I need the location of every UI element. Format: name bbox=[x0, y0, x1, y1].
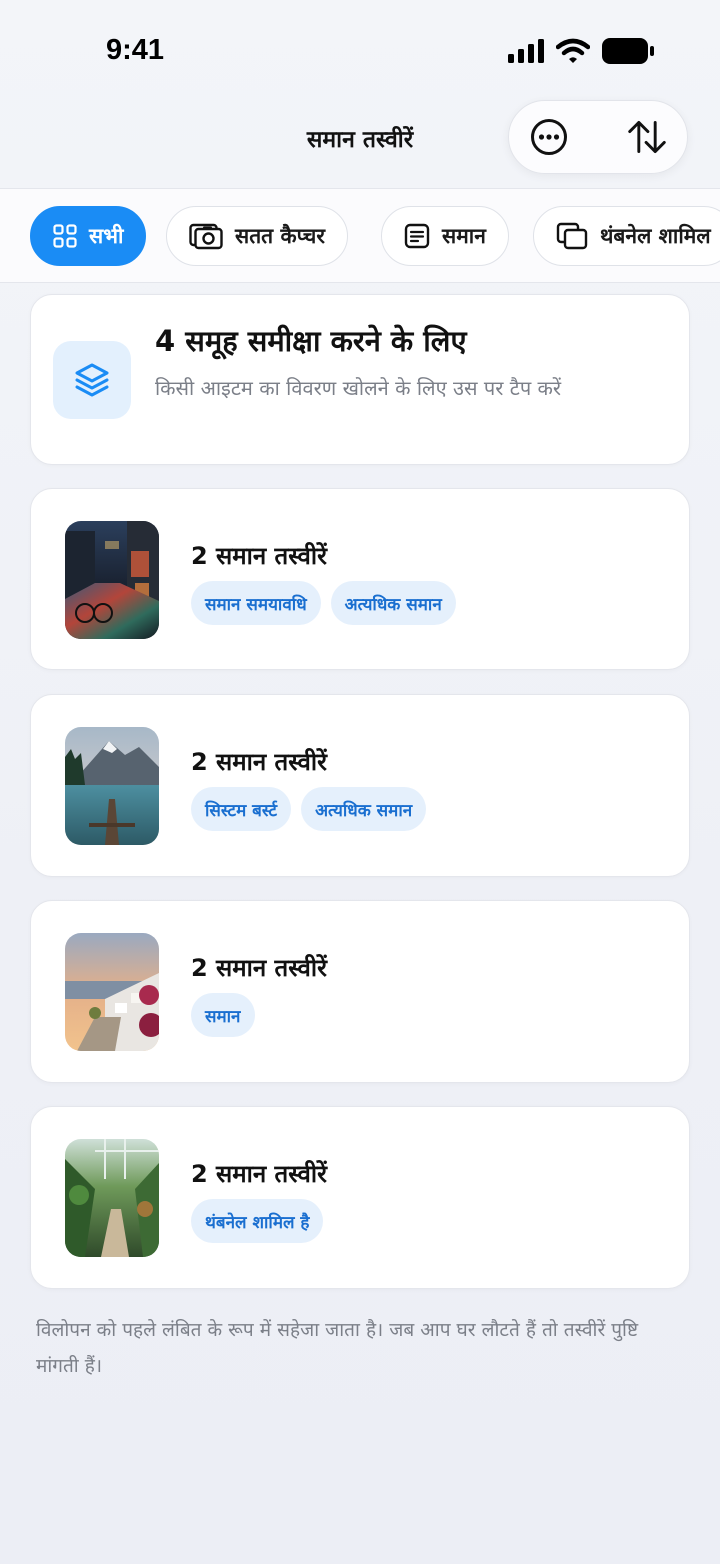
group-card[interactable]: 2 समान तस्वीरें समान bbox=[30, 900, 690, 1083]
summary-title: 4 समूह समीक्षा करने के लिए bbox=[155, 324, 467, 358]
group-tags: सिस्टम बर्स्ट अत्यधिक समान bbox=[191, 787, 427, 831]
review-summary-card: 4 समूह समीक्षा करने के लिए किसी आइटम का … bbox=[30, 294, 690, 465]
filter-chip-label: सभी bbox=[89, 224, 124, 248]
status-icons bbox=[508, 38, 654, 64]
nav-header: समान तस्वीरें bbox=[0, 100, 720, 188]
group-title: 2 समान तस्वीरें bbox=[191, 1160, 327, 1188]
status-bar: 9:41 bbox=[0, 0, 720, 100]
group-card[interactable]: 2 समान तस्वीरें थंबनेल शामिल है bbox=[30, 1106, 690, 1289]
seaside-sunset-village-photo bbox=[65, 933, 159, 1051]
tag-badge: थंबनेल शामिल है bbox=[191, 1199, 324, 1243]
group-card[interactable]: 2 समान तस्वीरें समान समयावधि अत्यधिक समा… bbox=[30, 488, 690, 670]
overlapping-squares-icon bbox=[556, 222, 588, 250]
group-thumbnail bbox=[65, 727, 159, 845]
filter-chip-thumbnail[interactable]: थंबनेल शामिल bbox=[533, 206, 720, 266]
summary-icon-badge bbox=[53, 341, 131, 419]
group-card[interactable]: 2 समान तस्वीरें सिस्टम बर्स्ट अत्यधिक सम… bbox=[30, 694, 690, 877]
tag-badge: अत्यधिक समान bbox=[330, 581, 456, 625]
mountain-lake-pier-photo bbox=[65, 727, 159, 845]
summary-subtitle: किसी आइटम का विवरण खोलने के लिए उस पर टै… bbox=[155, 376, 562, 400]
filter-chip-burst[interactable]: सतत कैप्चर bbox=[166, 206, 348, 266]
more-options-button[interactable] bbox=[529, 117, 569, 157]
filter-chips-bar: सभी सतत कैप्चर समान थंबनेल शामिल bbox=[0, 189, 720, 283]
greenhouse-garden-path-photo bbox=[65, 1139, 159, 1257]
document-lines-icon bbox=[404, 223, 430, 249]
battery-icon bbox=[602, 38, 654, 64]
camera-stack-icon bbox=[189, 223, 223, 250]
group-title: 2 समान तस्वीरें bbox=[191, 542, 327, 570]
group-tags: थंबनेल शामिल है bbox=[191, 1199, 324, 1243]
group-thumbnail bbox=[65, 933, 159, 1051]
filter-chip-label: थंबनेल शामिल bbox=[600, 224, 711, 248]
group-title: 2 समान तस्वीरें bbox=[191, 748, 327, 776]
grid-icon bbox=[53, 224, 77, 248]
footer-note: विलोपन को पहले लंबित के रूप में सहेजा जा… bbox=[36, 1319, 639, 1377]
filter-chip-all[interactable]: सभी bbox=[30, 206, 147, 266]
rainy-street-night-photo bbox=[65, 521, 159, 639]
sort-button[interactable] bbox=[627, 117, 667, 157]
group-thumbnail bbox=[65, 1139, 159, 1257]
group-tags: समान bbox=[191, 993, 255, 1037]
filter-chip-similar[interactable]: समान bbox=[381, 206, 509, 266]
signal-icon bbox=[508, 39, 544, 63]
filter-chip-label: समान bbox=[442, 224, 486, 248]
group-title: 2 समान तस्वीरें bbox=[191, 954, 327, 982]
wifi-icon bbox=[556, 38, 590, 63]
header-actions-pill bbox=[508, 100, 688, 174]
sort-arrows-icon bbox=[628, 121, 666, 153]
status-time: 9:41 bbox=[106, 34, 165, 66]
group-thumbnail bbox=[65, 521, 159, 639]
tag-badge: सिस्टम बर्स्ट bbox=[191, 787, 292, 831]
tag-badge: समान समयावधि bbox=[191, 581, 321, 625]
tag-badge: समान bbox=[191, 993, 255, 1037]
ellipsis-circle-icon bbox=[531, 119, 567, 155]
layers-icon bbox=[75, 363, 109, 397]
filter-chip-label: सतत कैप्चर bbox=[235, 224, 325, 248]
tag-badge: अत्यधिक समान bbox=[301, 787, 427, 831]
group-tags: समान समयावधि अत्यधिक समान bbox=[191, 581, 456, 625]
